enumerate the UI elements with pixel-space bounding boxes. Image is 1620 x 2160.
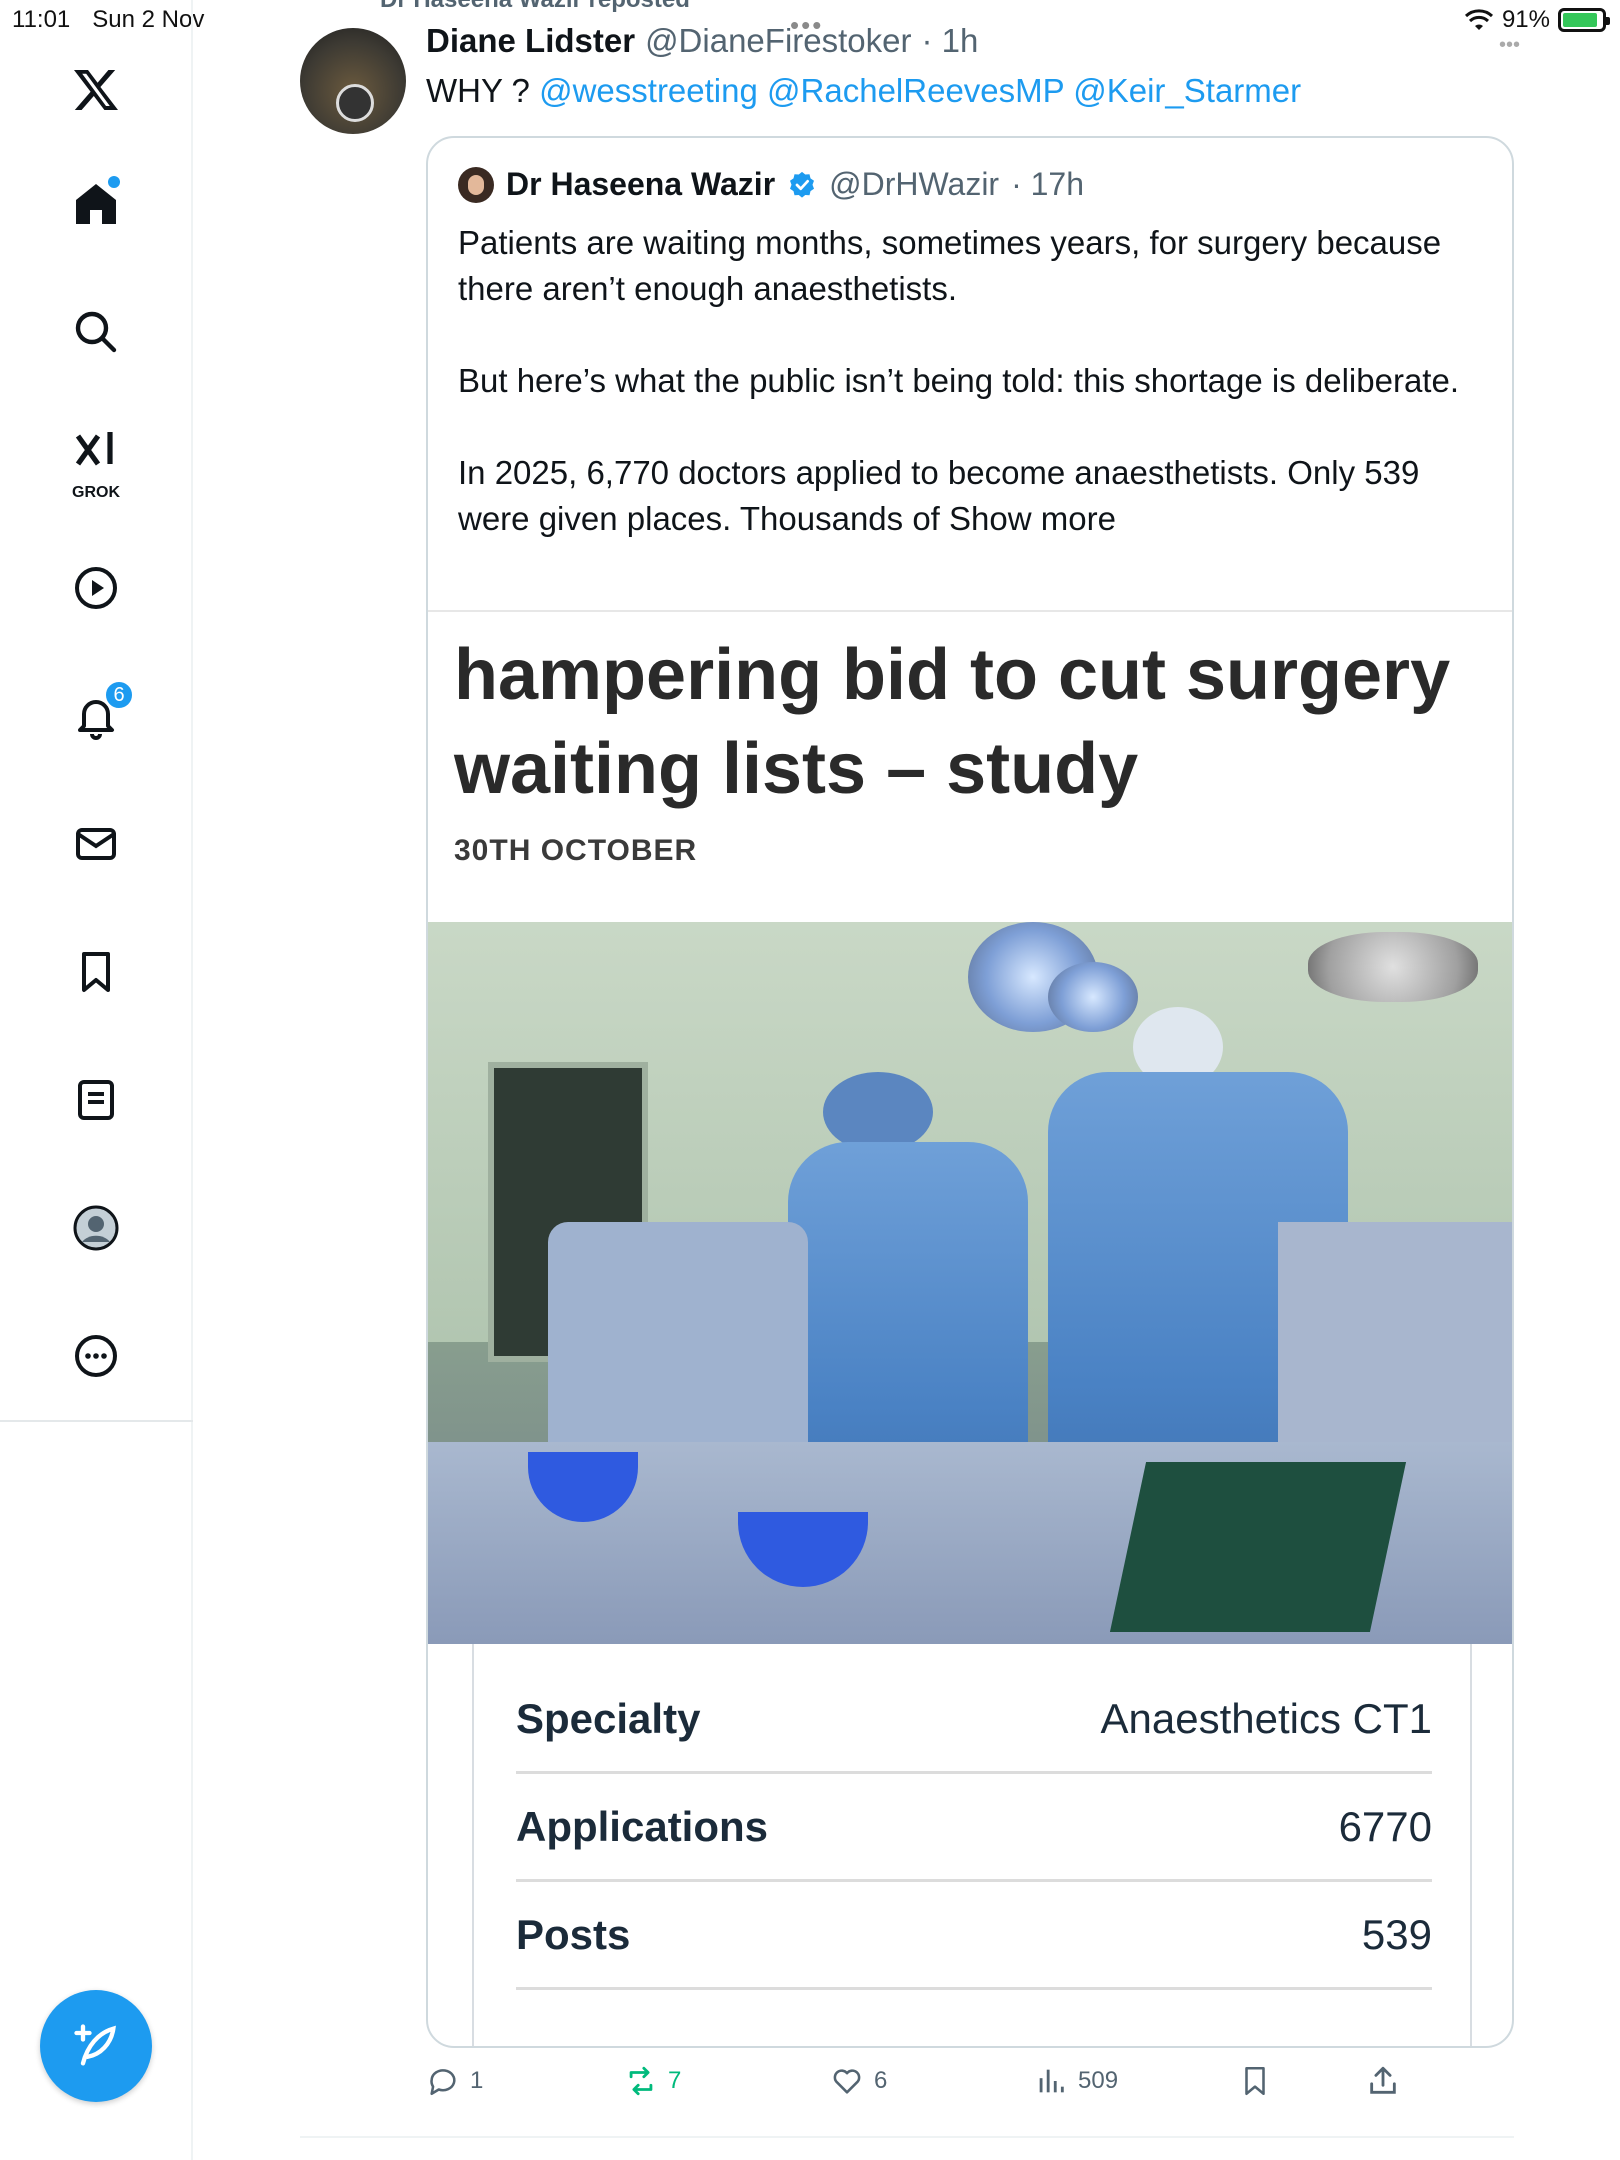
repost-count: 7 (668, 2067, 682, 2094)
table-row: Posts 539 (516, 1882, 1432, 1990)
tweet-time[interactable]: · 1h (921, 22, 978, 60)
home-icon[interactable] (60, 168, 132, 240)
tweet-actions: 1 7 6 509 (426, 2064, 1426, 2114)
show-more-link[interactable]: Show more (949, 500, 1116, 537)
table-row: Applications 6770 (516, 1774, 1432, 1882)
article-date: 30TH OCTOBER (454, 834, 698, 867)
heart-icon (833, 2069, 861, 2094)
sidebar-divider (0, 1420, 193, 1422)
home-unread-dot (108, 176, 120, 188)
compose-post-button[interactable] (40, 1990, 152, 2102)
quote-separator (428, 610, 1512, 612)
views-chart-icon (1039, 2069, 1064, 2093)
share-icon (1370, 2066, 1396, 2094)
quote-author-avatar[interactable] (458, 166, 494, 203)
sidebar: GROK 6 (0, 0, 193, 2160)
status-bar-right: 91% (1464, 6, 1610, 34)
quote-paragraph: But here’s what the public isn’t being t… (458, 362, 1459, 399)
tweet-text-prefix: WHY ? (426, 72, 540, 109)
table-row: Specialty Anaesthetics CT1 (516, 1666, 1432, 1774)
like-count: 6 (874, 2067, 888, 2094)
grok-label: GROK (72, 484, 120, 501)
quote-paragraph-text: In 2025, 6,770 doctors applied to become… (458, 454, 1420, 537)
table-key: Applications (516, 1802, 769, 1850)
quote-header: Dr Haseena Wazir @DrHWazir · 17h (458, 166, 1084, 203)
views-button[interactable]: 509 (1034, 2064, 1118, 2098)
author-name[interactable]: Diane Lidster (426, 22, 635, 60)
reply-button[interactable]: 1 (426, 2064, 483, 2098)
vw-logo-icon (336, 84, 374, 122)
more-dots-small: ••• (1498, 34, 1520, 56)
bookmark-button[interactable] (1238, 2064, 1272, 2098)
x-logo-icon[interactable] (60, 54, 132, 126)
more-options-icon[interactable] (60, 1320, 132, 1392)
tweet-header: Diane Lidster @DianeFirestoker · 1h (426, 22, 978, 60)
messages-envelope-icon[interactable] (60, 808, 132, 880)
author-avatar[interactable] (300, 28, 406, 134)
notifications-badge: 6 (104, 680, 134, 710)
battery-percent: 91% (1501, 6, 1550, 33)
mention-link[interactable]: @wesstreeting (539, 72, 758, 109)
quote-paragraph: In 2025, 6,770 doctors applied to become… (458, 450, 1478, 542)
lists-icon[interactable] (60, 1064, 132, 1136)
views-count: 509 (1078, 2067, 1119, 2094)
table-value: 6770 (1338, 1802, 1432, 1850)
notifications-bell-icon[interactable]: 6 (60, 680, 134, 752)
post-divider (300, 2136, 1514, 2138)
profile-avatar-icon[interactable] (60, 1192, 132, 1264)
share-button[interactable] (1366, 2064, 1400, 2098)
reply-count: 1 (470, 2067, 484, 2094)
repost-icon (629, 2066, 653, 2096)
operating-theatre-photo[interactable] (428, 922, 1512, 1644)
mention-link[interactable]: @RachelReevesMP (767, 72, 1064, 109)
bookmarks-icon[interactable] (60, 936, 132, 1008)
repost-header-text: Dr Haseena Wazir reposted (380, 0, 690, 13)
like-button[interactable]: 6 (830, 2064, 887, 2098)
table-key: Posts (516, 1910, 631, 1958)
grok-icon[interactable]: GROK (60, 418, 132, 501)
quote-body: Patients are waiting months, sometimes y… (458, 220, 1478, 542)
table-key: Specialty (516, 1694, 701, 1742)
quote-author-handle: @DrHWazir (829, 166, 1000, 202)
battery-icon (1558, 8, 1610, 32)
reply-icon (430, 2069, 456, 2096)
author-handle[interactable]: @DianeFirestoker (645, 22, 911, 60)
search-icon[interactable] (60, 296, 132, 368)
quote-author-name: Dr Haseena Wazir (506, 166, 776, 202)
table-value: 539 (1361, 1910, 1432, 1958)
wifi-icon (1464, 9, 1493, 30)
video-play-icon[interactable] (60, 552, 132, 624)
table-value: Anaesthetics CT1 (1100, 1694, 1433, 1742)
quote-time: · 17h (1011, 166, 1085, 202)
repost-button[interactable]: 7 (624, 2064, 681, 2098)
quote-paragraph: Patients are waiting months, sometimes y… (458, 224, 1442, 307)
article-headline: hampering bid to cut surgery waiting lis… (454, 635, 1451, 809)
verified-badge-icon (790, 171, 815, 198)
bookmark-icon (1245, 2066, 1265, 2096)
quoted-post-card[interactable]: Dr Haseena Wazir @DrHWazir · 17h Patient… (426, 136, 1514, 2048)
repost-header: Dr Haseena Wazir reposted (380, 0, 690, 14)
compose-feather-icon (74, 2024, 116, 2066)
applications-table: Specialty Anaesthetics CT1 Applications … (472, 1644, 1472, 2046)
mention-link[interactable]: @Keir_Starmer (1073, 72, 1301, 109)
tweet-text: WHY ? @wesstreeting @RachelReevesMP @Kei… (426, 72, 1301, 110)
